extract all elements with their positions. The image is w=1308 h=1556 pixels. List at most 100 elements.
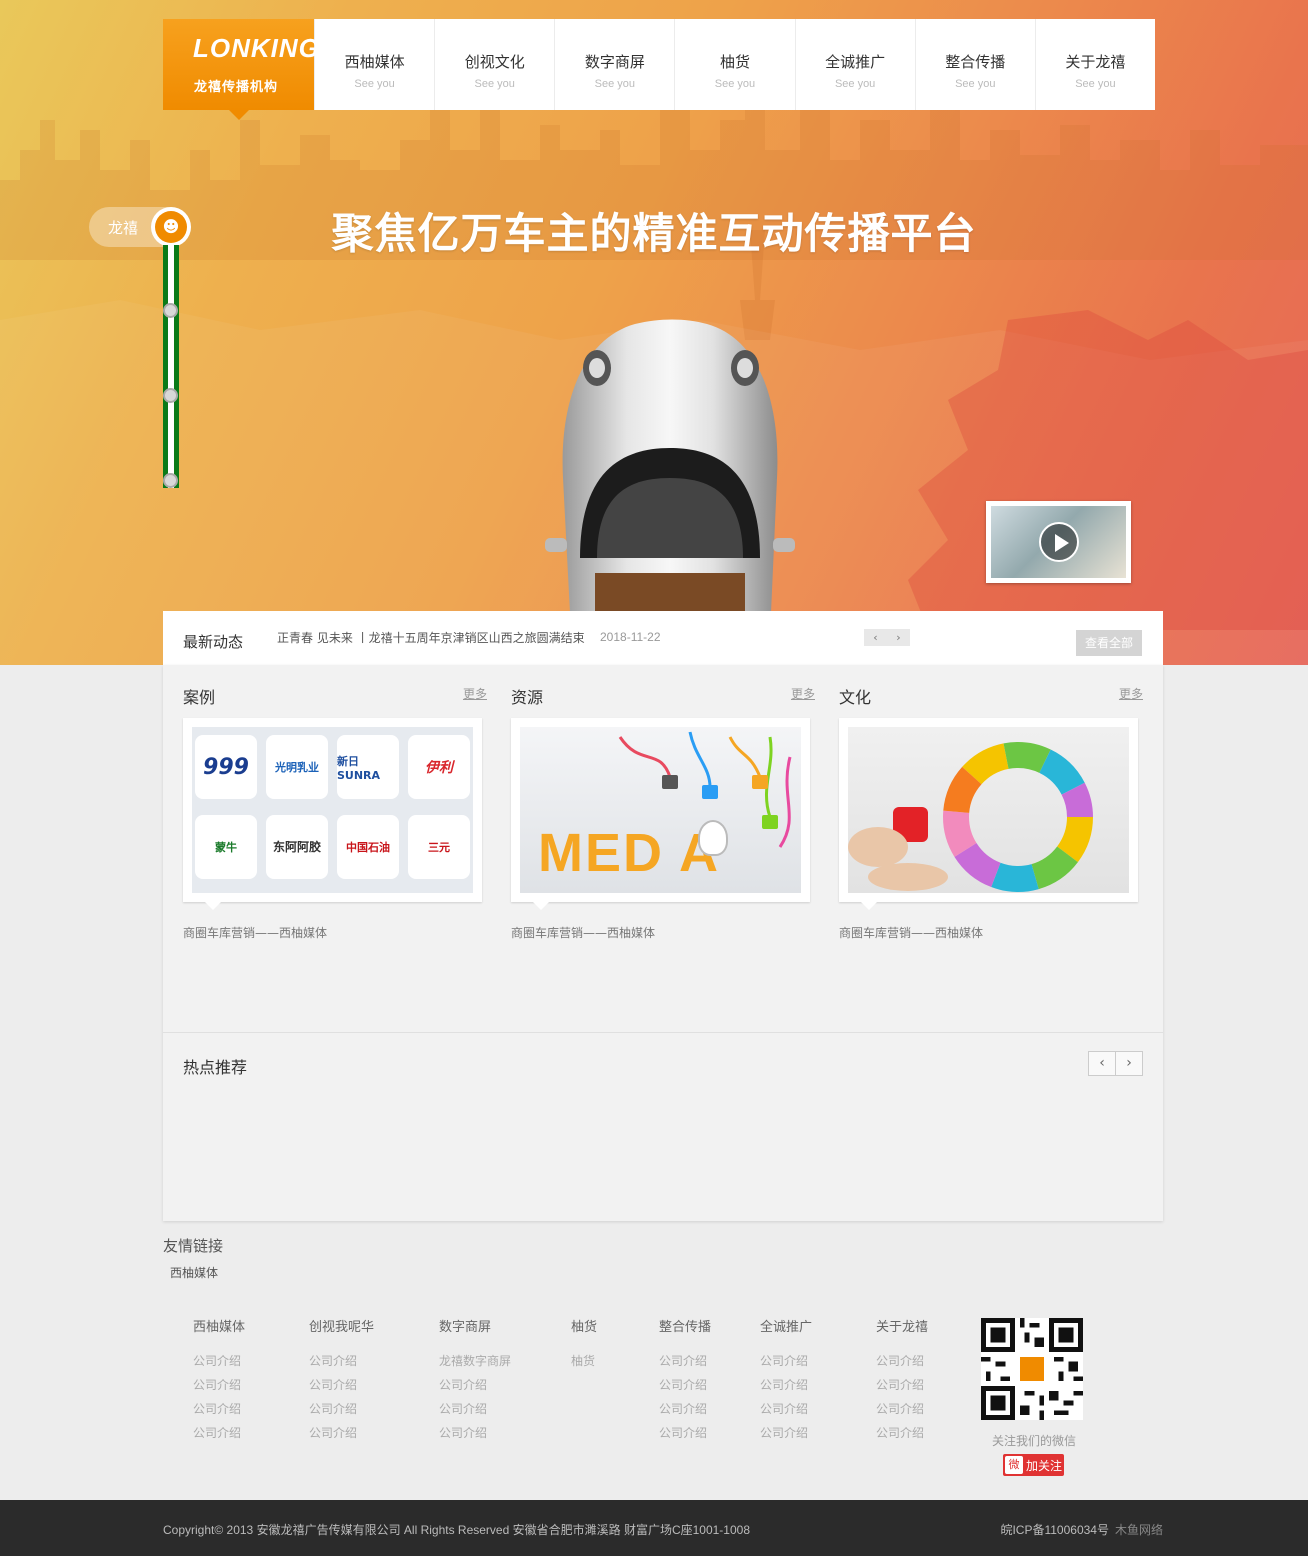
footer-link[interactable]: 公司介绍 bbox=[193, 1397, 245, 1421]
weibo-follow-button[interactable]: 微 加关注 bbox=[1003, 1454, 1064, 1476]
media-word: MED A bbox=[538, 823, 720, 883]
culture-card[interactable] bbox=[839, 718, 1138, 902]
card-pointer bbox=[531, 900, 551, 910]
footer-link[interactable]: 公司介绍 bbox=[760, 1421, 812, 1445]
footer-link[interactable]: 公司介绍 bbox=[309, 1349, 374, 1373]
footer-link[interactable]: 公司介绍 bbox=[659, 1349, 711, 1373]
hot-recommend-title: 热点推荐 bbox=[183, 1058, 248, 1077]
nav-item-sub: See you bbox=[714, 78, 756, 90]
hot-next-button[interactable]: › bbox=[1115, 1052, 1142, 1075]
footer-link[interactable]: 公司介绍 bbox=[309, 1421, 374, 1445]
column-title: 文化 bbox=[839, 688, 872, 707]
video-preview bbox=[991, 506, 1126, 578]
card-pointer bbox=[203, 900, 223, 910]
more-link[interactable]: 更多 bbox=[791, 685, 815, 702]
nav-item-youhuo[interactable]: 柚货 See you bbox=[674, 19, 794, 110]
column-title: 资源 bbox=[511, 688, 544, 707]
footer-column: 关于龙禧 公司介绍 公司介绍 公司介绍 公司介绍 bbox=[876, 1316, 928, 1445]
puzzle-ring-graphic bbox=[848, 742, 1093, 892]
news-prev-button[interactable]: ‹ bbox=[864, 629, 887, 646]
footer-link[interactable]: 公司介绍 bbox=[439, 1421, 511, 1445]
footer-link[interactable]: 公司介绍 bbox=[760, 1373, 812, 1397]
timeline-node[interactable] bbox=[163, 473, 178, 488]
nav-item-label: 关于龙禧 bbox=[1065, 53, 1126, 71]
nav-item-label: 创视文化 bbox=[464, 53, 525, 71]
wechat-qr-code bbox=[981, 1318, 1083, 1420]
news-headline-link[interactable]: 正青春 见未来 丨龙禧十五周年京津销区山西之旅圆满结束 bbox=[277, 629, 585, 646]
nav-item-about[interactable]: 关于龙禧 See you bbox=[1034, 19, 1155, 110]
footer-column: 西柚媒体 公司介绍 公司介绍 公司介绍 公司介绍 bbox=[193, 1316, 245, 1445]
footer-column: 柚货 柚货 bbox=[571, 1316, 597, 1373]
media-image: MED A bbox=[520, 727, 801, 893]
nav-item-sub: See you bbox=[594, 78, 636, 90]
footer-link[interactable]: 公司介绍 bbox=[760, 1397, 812, 1421]
footer-link[interactable]: 公司介绍 bbox=[193, 1421, 245, 1445]
wechat-caption: 关注我们的微信 bbox=[992, 1434, 1077, 1448]
footer-link[interactable]: 公司介绍 bbox=[876, 1349, 928, 1373]
footer-column-title: 西柚媒体 bbox=[193, 1320, 246, 1335]
footer-link[interactable]: 龙禧数字商屏 bbox=[439, 1349, 511, 1373]
main-nav: LONKING 龙禧传播机构 西柚媒体 See you 创视文化 See you 数… bbox=[163, 19, 1155, 120]
site-credit[interactable]: 木鱼网络 bbox=[1115, 1523, 1163, 1537]
news-next-button[interactable]: › bbox=[887, 629, 910, 646]
nav-item-sub: See you bbox=[834, 78, 876, 90]
nav-item-label: 西柚媒体 bbox=[344, 53, 405, 71]
nav-item-promotion[interactable]: 全诚推广 See you bbox=[794, 19, 915, 110]
news-pager: ‹ › bbox=[864, 629, 910, 646]
hot-prev-button[interactable]: ‹ bbox=[1089, 1052, 1115, 1075]
footer-link[interactable]: 公司介绍 bbox=[309, 1373, 374, 1397]
nav-item-label: 数字商屏 bbox=[584, 53, 645, 71]
logo-bright-dairy: 光明乳业 bbox=[266, 735, 328, 799]
footer-link[interactable]: 公司介绍 bbox=[659, 1397, 711, 1421]
section-divider bbox=[163, 1032, 1163, 1033]
nav-item-sub: See you bbox=[474, 78, 515, 90]
video-thumbnail[interactable] bbox=[986, 501, 1131, 583]
footer-link[interactable]: 公司介绍 bbox=[876, 1373, 928, 1397]
logo-sanyuan: 三元 bbox=[408, 814, 470, 879]
news-title: 最新动态 bbox=[183, 633, 244, 651]
footer-link[interactable]: 公司介绍 bbox=[193, 1349, 245, 1373]
case-card[interactable]: 999 光明乳业 新日SUNRA 伊利 蒙牛 东阿阿胶 中国石油 三元 bbox=[183, 718, 482, 902]
nav-item-digital-screen[interactable]: 数字商屏 See you bbox=[554, 19, 674, 110]
more-link[interactable]: 更多 bbox=[463, 685, 487, 702]
footer-link[interactable]: 公司介绍 bbox=[760, 1349, 812, 1373]
footer-link[interactable]: 柚货 bbox=[571, 1349, 597, 1373]
footer-column: 创视我呢华 公司介绍 公司介绍 公司介绍 公司介绍 bbox=[309, 1316, 374, 1445]
footer-link[interactable]: 公司介绍 bbox=[193, 1373, 245, 1397]
nav-item-xiyou-media[interactable]: 西柚媒体 See you bbox=[314, 19, 434, 110]
icp-number[interactable]: 皖ICP备11006034号 bbox=[1000, 1523, 1109, 1537]
nav-item-chuangshi-culture[interactable]: 创视文化 See you bbox=[434, 19, 554, 110]
hot-pager: ‹ › bbox=[1088, 1051, 1143, 1076]
car-image bbox=[545, 319, 795, 613]
hero-headline: 聚焦亿万车主的精准互动传播平台 bbox=[331, 209, 977, 258]
play-icon[interactable] bbox=[1039, 522, 1079, 562]
friend-link[interactable]: 西柚媒体 bbox=[170, 1264, 218, 1281]
nav-item-integrated[interactable]: 整合传播 See you bbox=[914, 19, 1035, 110]
view-all-button[interactable]: 查看全部 bbox=[1076, 630, 1142, 656]
content-panel: 案例 更多 999 光明乳业 新日SUNRA 伊利 蒙牛 东阿阿胶 中国石油 三… bbox=[163, 665, 1163, 1221]
logo-999: 999 bbox=[195, 735, 257, 799]
footer-link[interactable]: 公司介绍 bbox=[876, 1421, 928, 1445]
more-link[interactable]: 更多 bbox=[1119, 685, 1143, 702]
footer-link[interactable]: 公司介绍 bbox=[439, 1373, 511, 1397]
footer-link[interactable]: 公司介绍 bbox=[659, 1373, 711, 1397]
footer-link[interactable]: 公司介绍 bbox=[659, 1421, 711, 1445]
footer-link[interactable]: 公司介绍 bbox=[309, 1397, 374, 1421]
timeline-node[interactable] bbox=[163, 388, 178, 403]
nav-item-label: 柚货 bbox=[719, 53, 750, 71]
card-caption[interactable]: 商圈车库营销——西柚媒体 bbox=[839, 924, 983, 941]
footer-link[interactable]: 公司介绍 bbox=[876, 1397, 928, 1421]
card-pointer bbox=[859, 900, 879, 910]
card-caption[interactable]: 商圈车库营销——西柚媒体 bbox=[183, 924, 327, 941]
footer-column: 数字商屏 龙禧数字商屏 公司介绍 公司介绍 公司介绍 bbox=[439, 1316, 511, 1445]
weibo-follow-label: 加关注 bbox=[1026, 1459, 1063, 1473]
nav-item-label: 全诚推广 bbox=[825, 53, 886, 71]
nav-item-sub: See you bbox=[955, 78, 996, 90]
logo-pointer bbox=[229, 110, 249, 120]
timeline-node[interactable] bbox=[163, 303, 178, 318]
resource-card[interactable]: MED A bbox=[511, 718, 810, 902]
footer-link[interactable]: 公司介绍 bbox=[439, 1397, 511, 1421]
brand-logo[interactable]: LONKING 龙禧传播机构 bbox=[163, 19, 319, 120]
copyright-text: Copyright© 2013 安徽龙禧广告传媒有限公司 All Rights … bbox=[163, 1523, 750, 1537]
card-caption[interactable]: 商圈车库营销——西柚媒体 bbox=[511, 924, 655, 941]
